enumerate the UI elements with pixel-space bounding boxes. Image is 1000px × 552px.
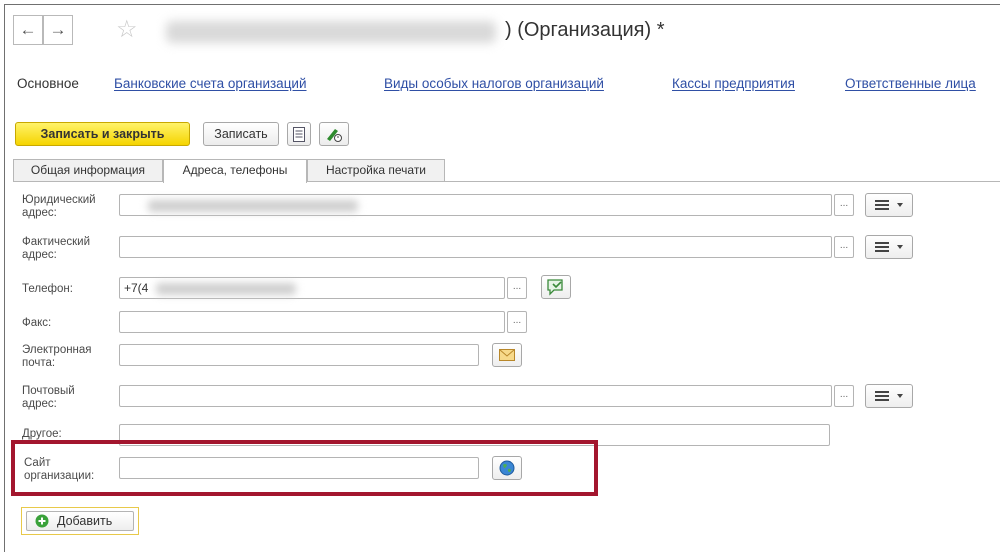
pen-edit-icon bbox=[327, 129, 342, 142]
actual-address-menu-button[interactable] bbox=[865, 235, 913, 259]
title-bar: ← → ☆ ) (Организация) * bbox=[13, 15, 998, 53]
edit-button[interactable] bbox=[319, 122, 349, 146]
report-button[interactable] bbox=[287, 122, 311, 146]
title-redacted bbox=[166, 21, 496, 43]
add-button[interactable]: Добавить bbox=[26, 511, 134, 531]
tab-divider bbox=[13, 181, 1000, 182]
document-list-icon bbox=[293, 127, 305, 142]
send-email-button[interactable] bbox=[492, 343, 522, 367]
actual-address-select-button[interactable]: ... bbox=[834, 236, 854, 258]
dropdown-caret-icon bbox=[897, 203, 903, 207]
dropdown-caret-icon bbox=[897, 394, 903, 398]
hamburger-icon bbox=[875, 242, 889, 252]
dropdown-caret-icon bbox=[897, 245, 903, 249]
legal-address-menu-button[interactable] bbox=[865, 193, 913, 217]
plus-circle-icon bbox=[35, 514, 49, 528]
legal-address-field[interactable] bbox=[119, 194, 832, 216]
call-button[interactable] bbox=[541, 275, 571, 299]
nav-tab-cash-desks[interactable]: Кассы предприятия bbox=[672, 73, 795, 95]
phone-field[interactable]: +7(4 bbox=[119, 277, 505, 299]
nav-tab-main[interactable]: Основное bbox=[17, 73, 79, 95]
redacted-value bbox=[148, 200, 358, 212]
nav-tab-responsible-persons[interactable]: Ответственные лица bbox=[845, 73, 976, 95]
add-button-label: Добавить bbox=[57, 514, 113, 528]
legal-address-label: Юридический адрес: bbox=[22, 194, 96, 219]
envelope-icon bbox=[499, 349, 515, 361]
window-title: ) (Организация) * bbox=[505, 19, 665, 41]
add-button-focus: Добавить bbox=[21, 507, 139, 535]
phone-select-button[interactable]: ... bbox=[507, 277, 527, 299]
redacted-value bbox=[156, 283, 296, 295]
fax-select-button[interactable]: ... bbox=[507, 311, 527, 333]
forward-button[interactable]: → bbox=[43, 15, 73, 45]
legal-address-select-button[interactable]: ... bbox=[834, 194, 854, 216]
tab-addresses-phones[interactable]: Адреса, телефоны bbox=[163, 159, 307, 183]
phone-label: Телефон: bbox=[22, 283, 73, 295]
email-label: Электронная почта: bbox=[22, 344, 92, 369]
postal-address-select-button[interactable]: ... bbox=[834, 385, 854, 407]
phone-value: +7(4 bbox=[124, 281, 149, 295]
back-button[interactable]: ← bbox=[13, 15, 43, 45]
hamburger-icon bbox=[875, 391, 889, 401]
postal-address-label: Почтовый адрес: bbox=[22, 385, 75, 410]
save-button[interactable]: Записать bbox=[203, 122, 279, 146]
postal-address-menu-button[interactable] bbox=[865, 384, 913, 408]
actual-address-label: Фактический адрес: bbox=[22, 236, 91, 261]
tab-print-settings[interactable]: Настройка печати bbox=[307, 159, 445, 182]
postal-address-field[interactable] bbox=[119, 385, 832, 407]
highlight-frame bbox=[11, 440, 598, 496]
favorite-star-icon[interactable]: ☆ bbox=[116, 15, 138, 45]
email-field[interactable] bbox=[119, 344, 479, 366]
phone-call-icon bbox=[547, 279, 563, 296]
actual-address-field[interactable] bbox=[119, 236, 832, 258]
nav-tab-special-taxes[interactable]: Виды особых налогов организаций bbox=[384, 73, 604, 95]
fax-label: Факс: bbox=[22, 317, 52, 329]
hamburger-icon bbox=[875, 200, 889, 210]
nav-tab-bank-accounts[interactable]: Банковские счета организаций bbox=[114, 73, 307, 95]
fax-field[interactable] bbox=[119, 311, 505, 333]
tab-general-info[interactable]: Общая информация bbox=[13, 159, 163, 182]
save-and-close-button[interactable]: Записать и закрыть bbox=[15, 122, 190, 146]
